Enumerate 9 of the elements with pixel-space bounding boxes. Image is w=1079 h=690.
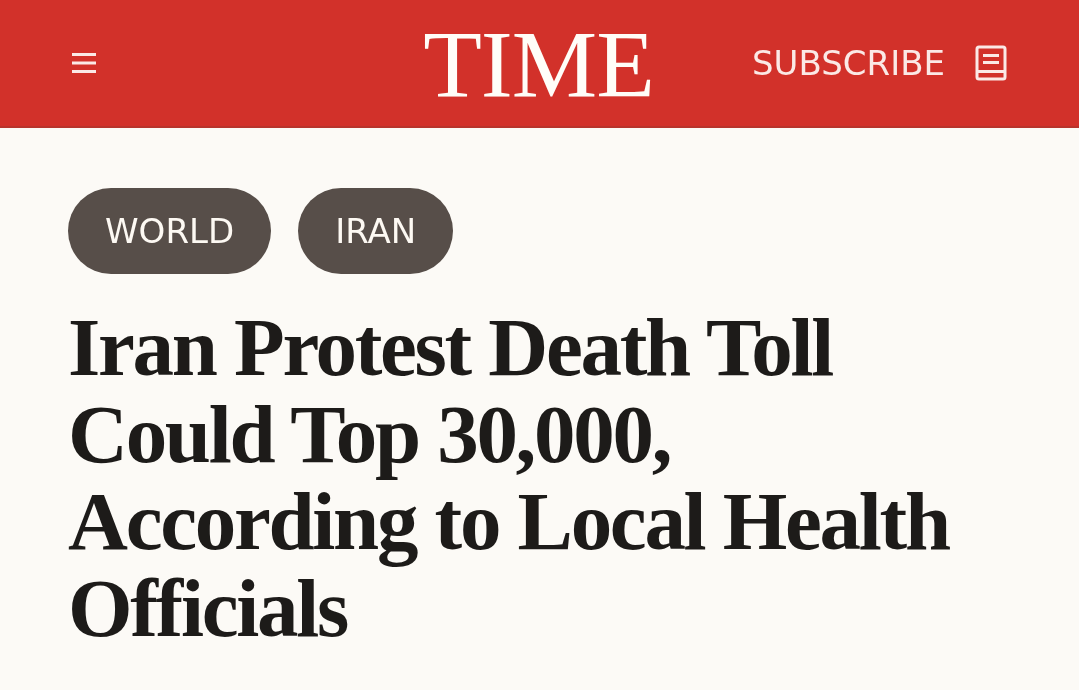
menu-button[interactable] [70,50,98,76]
menu-icon [71,52,97,74]
subscribe-link[interactable]: SUBSCRIBE [752,43,945,83]
magazine-icon [975,45,1007,81]
topic-tag[interactable]: WORLD [68,188,272,274]
topic-tag[interactable]: IRAN [298,188,454,274]
site-logo[interactable]: TIME [423,13,654,113]
magazine-button[interactable] [975,45,1007,81]
article-headline: Iran Protest Death Toll Could Top 30,000, According to Local Health Officials [68,304,951,652]
